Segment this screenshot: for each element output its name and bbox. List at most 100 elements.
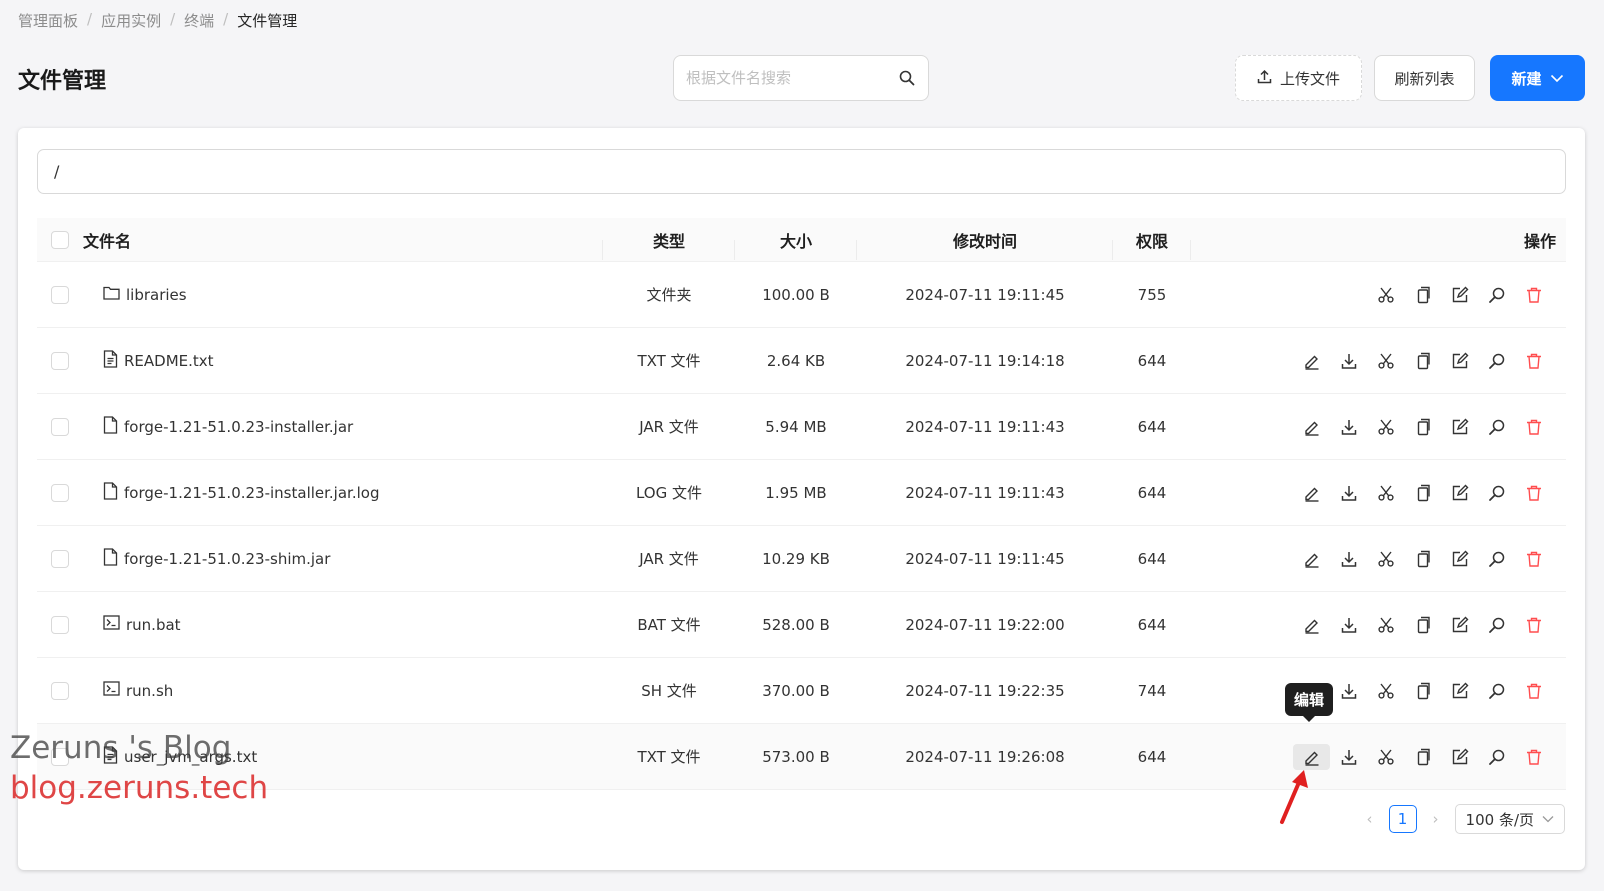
cut-icon[interactable] <box>1367 480 1404 506</box>
rename-icon[interactable] <box>1441 546 1478 572</box>
breadcrumb-item-terminal[interactable]: 终端 <box>184 10 214 31</box>
search-icon[interactable] <box>1478 282 1515 308</box>
rename-icon[interactable] <box>1441 612 1478 638</box>
table-row[interactable]: forge-1.21-51.0.23-installer.jar.log LOG… <box>37 460 1566 526</box>
download-icon[interactable] <box>1330 348 1367 374</box>
cut-icon[interactable] <box>1367 612 1404 638</box>
breadcrumb-item-instances[interactable]: 应用实例 <box>101 10 161 31</box>
table-row[interactable]: forge-1.21-51.0.23-installer.jar JAR 文件 … <box>37 394 1566 460</box>
table-row[interactable]: user_jvm_args.txt TXT 文件 573.00 B 2024-0… <box>37 724 1566 790</box>
next-page-icon[interactable]: › <box>1427 810 1445 828</box>
search-icon[interactable] <box>1478 678 1515 704</box>
search-icon[interactable] <box>1478 744 1515 770</box>
table-row[interactable]: run.sh SH 文件 370.00 B 2024-07-11 19:22:3… <box>37 658 1566 724</box>
row-checkbox[interactable] <box>51 681 69 700</box>
copy-icon[interactable] <box>1404 612 1441 638</box>
file-name-cell[interactable]: run.sh <box>83 681 603 700</box>
search-icon[interactable] <box>1478 612 1515 638</box>
row-checkbox[interactable] <box>51 549 69 568</box>
delete-icon[interactable] <box>1515 678 1552 704</box>
file-name-cell[interactable]: run.bat <box>83 615 603 634</box>
table-row[interactable]: forge-1.21-51.0.23-shim.jar JAR 文件 10.29… <box>37 526 1566 592</box>
edit-icon[interactable] <box>1293 612 1330 638</box>
search-icon[interactable] <box>1478 480 1515 506</box>
file-size: 10.29 KB <box>762 549 830 568</box>
copy-icon[interactable] <box>1404 348 1441 374</box>
search-icon[interactable] <box>1478 414 1515 440</box>
table-row[interactable]: README.txt TXT 文件 2.64 KB 2024-07-11 19:… <box>37 328 1566 394</box>
new-dropdown-button[interactable]: 新建 <box>1490 55 1585 101</box>
rename-icon[interactable] <box>1441 480 1478 506</box>
cut-icon[interactable] <box>1367 282 1404 308</box>
delete-icon[interactable] <box>1515 282 1552 308</box>
row-checkbox[interactable] <box>51 483 69 502</box>
edit-icon[interactable] <box>1293 546 1330 572</box>
cut-icon[interactable] <box>1367 678 1404 704</box>
row-checkbox[interactable] <box>51 615 69 634</box>
rename-icon[interactable] <box>1441 678 1478 704</box>
row-checkbox[interactable] <box>51 747 69 766</box>
file-name-cell[interactable]: user_jvm_args.txt <box>83 745 603 768</box>
row-checkbox[interactable] <box>51 417 69 436</box>
copy-icon[interactable] <box>1404 282 1441 308</box>
file-name[interactable]: forge-1.21-51.0.23-shim.jar <box>124 550 330 568</box>
edit-icon[interactable] <box>1293 414 1330 440</box>
breadcrumb-item-dashboard[interactable]: 管理面板 <box>18 10 78 31</box>
copy-icon[interactable] <box>1404 744 1441 770</box>
delete-icon[interactable] <box>1515 744 1552 770</box>
upload-file-button[interactable]: 上传文件 <box>1235 55 1362 101</box>
delete-icon[interactable] <box>1515 546 1552 572</box>
edit-icon[interactable] <box>1293 348 1330 374</box>
file-name[interactable]: README.txt <box>124 352 214 370</box>
file-name-cell[interactable]: forge-1.21-51.0.23-installer.jar.log <box>83 481 603 504</box>
file-name[interactable]: run.bat <box>126 616 181 634</box>
download-icon[interactable] <box>1330 414 1367 440</box>
copy-icon[interactable] <box>1404 414 1441 440</box>
edit-icon[interactable] <box>1293 480 1330 506</box>
page-number-current[interactable]: 1 <box>1388 805 1417 833</box>
select-all-checkbox[interactable] <box>51 230 69 249</box>
rename-icon[interactable] <box>1441 348 1478 374</box>
copy-icon[interactable] <box>1404 546 1441 572</box>
row-checkbox[interactable] <box>51 285 69 304</box>
path-input[interactable]: / <box>37 149 1566 194</box>
file-name-cell[interactable]: forge-1.21-51.0.23-shim.jar <box>83 547 603 570</box>
file-name-cell[interactable]: forge-1.21-51.0.23-installer.jar <box>83 415 603 438</box>
row-checkbox[interactable] <box>51 351 69 370</box>
cut-icon[interactable] <box>1367 546 1404 572</box>
copy-icon[interactable] <box>1404 678 1441 704</box>
download-icon[interactable] <box>1330 678 1367 704</box>
file-name[interactable]: libraries <box>126 286 187 304</box>
search-icon[interactable] <box>1478 348 1515 374</box>
file-name[interactable]: forge-1.21-51.0.23-installer.jar <box>124 418 353 436</box>
table-row[interactable]: run.bat BAT 文件 528.00 B 2024-07-11 19:22… <box>37 592 1566 658</box>
download-icon[interactable] <box>1330 480 1367 506</box>
cut-icon[interactable] <box>1367 414 1404 440</box>
file-name[interactable]: forge-1.21-51.0.23-installer.jar.log <box>124 484 379 502</box>
rename-icon[interactable] <box>1441 414 1478 440</box>
search-icon[interactable] <box>1478 546 1515 572</box>
cut-icon[interactable] <box>1367 348 1404 374</box>
rename-icon[interactable] <box>1441 744 1478 770</box>
search-icon[interactable] <box>898 69 916 87</box>
download-icon[interactable] <box>1330 546 1367 572</box>
search-input[interactable] <box>686 69 898 87</box>
cut-icon[interactable] <box>1367 744 1404 770</box>
download-icon[interactable] <box>1330 744 1367 770</box>
download-icon[interactable] <box>1330 612 1367 638</box>
file-name-cell[interactable]: libraries <box>83 285 603 304</box>
table-row[interactable]: libraries 文件夹 100.00 B 2024-07-11 19:11:… <box>37 262 1566 328</box>
prev-page-icon[interactable]: ‹ <box>1361 810 1379 828</box>
page-size-select[interactable]: 100 条/页 <box>1454 804 1565 834</box>
copy-icon[interactable] <box>1404 480 1441 506</box>
delete-icon[interactable] <box>1515 348 1552 374</box>
file-name-cell[interactable]: README.txt <box>83 349 603 372</box>
delete-icon[interactable] <box>1515 414 1552 440</box>
delete-icon[interactable] <box>1515 612 1552 638</box>
file-name[interactable]: user_jvm_args.txt <box>124 748 257 766</box>
delete-icon[interactable] <box>1515 480 1552 506</box>
rename-icon[interactable] <box>1441 282 1478 308</box>
refresh-list-button[interactable]: 刷新列表 <box>1374 55 1475 101</box>
file-name[interactable]: run.sh <box>126 682 173 700</box>
edit-icon[interactable] <box>1293 743 1330 770</box>
